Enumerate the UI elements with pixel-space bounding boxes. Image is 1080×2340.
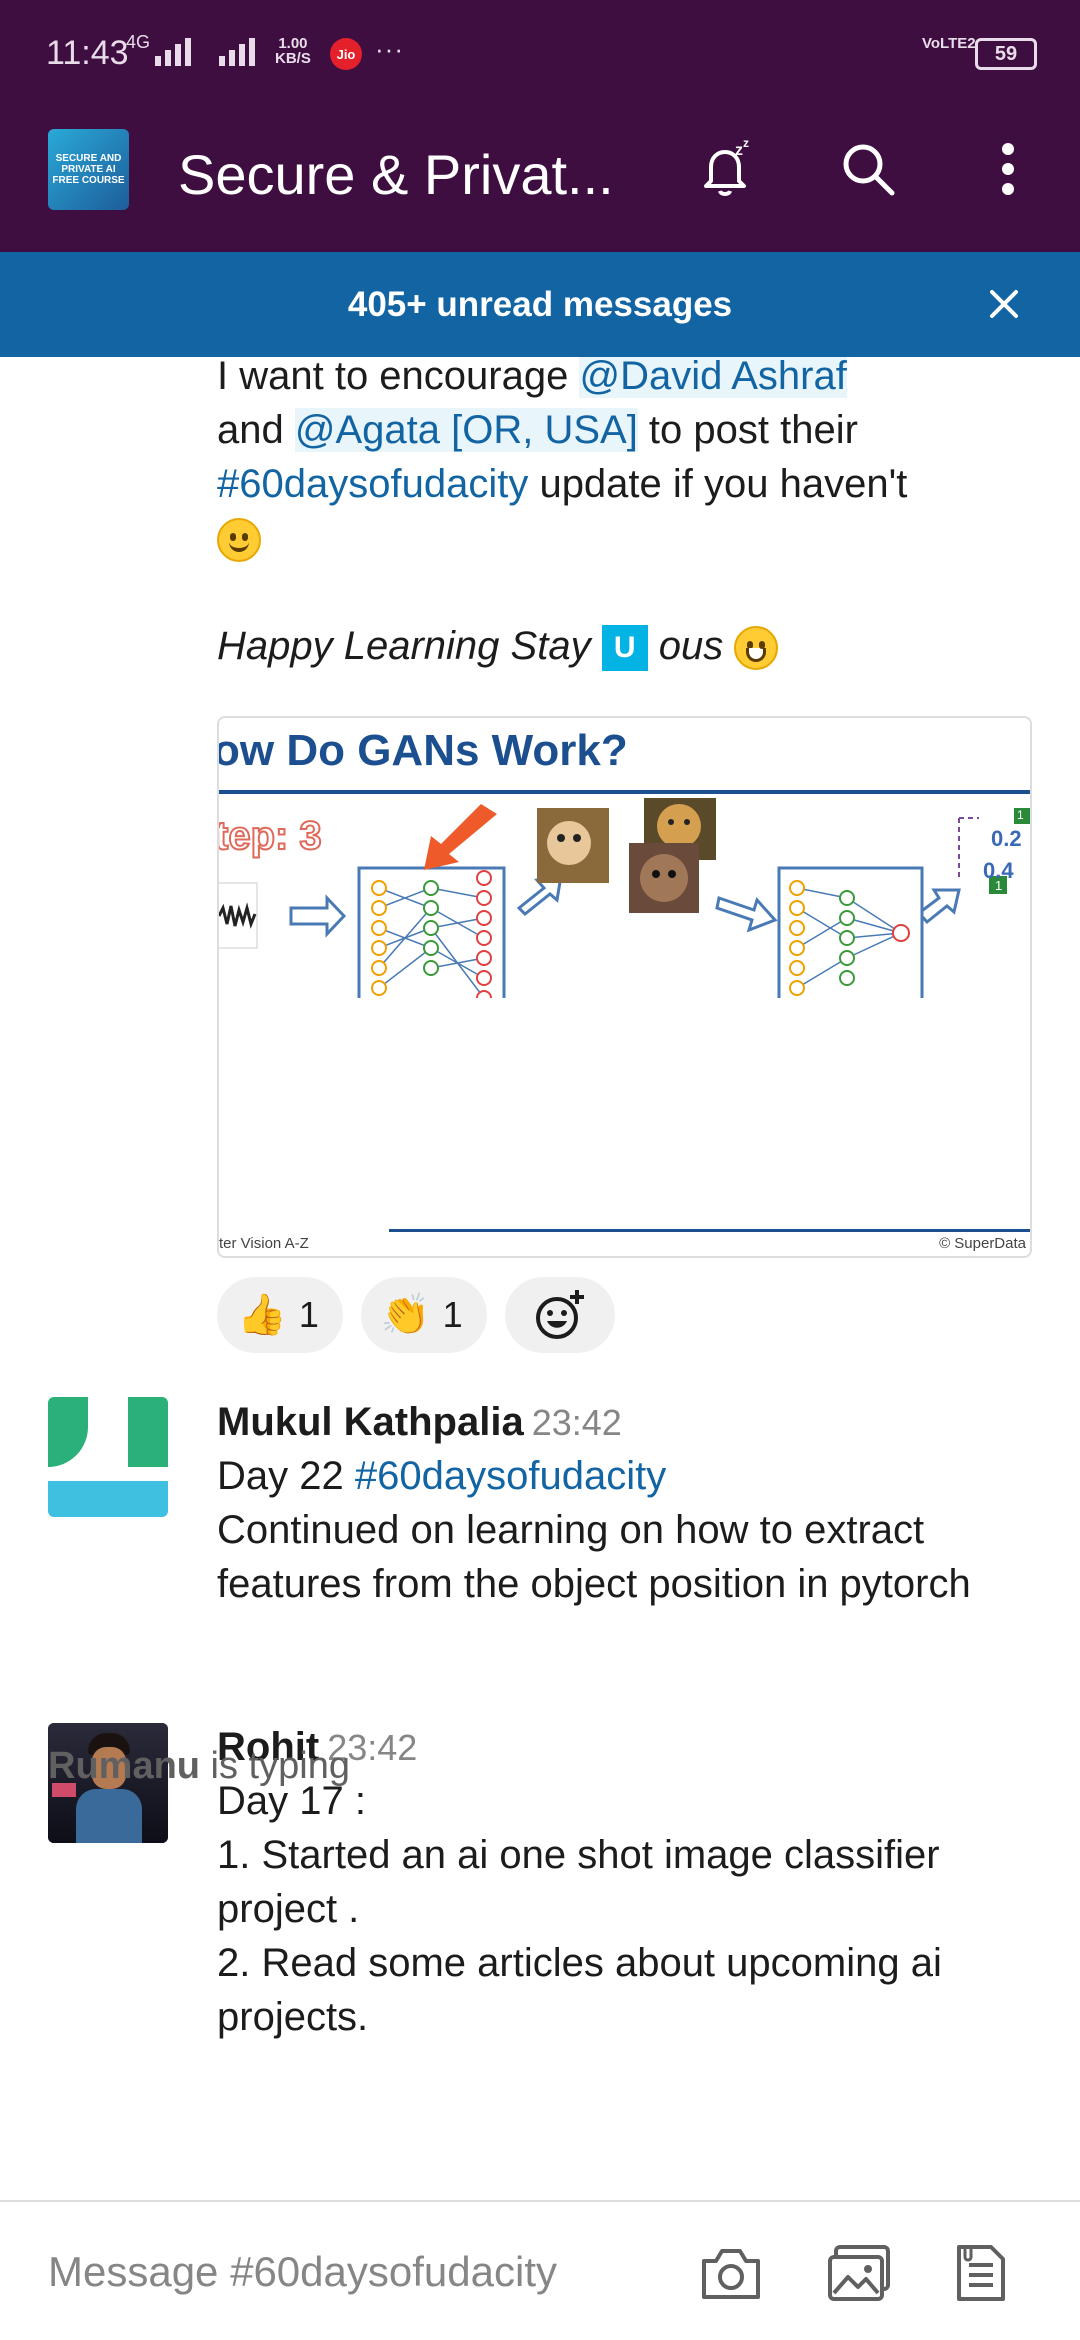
close-icon[interactable] (980, 280, 1028, 328)
gallery-icon[interactable] (826, 2240, 892, 2306)
message-body: I want to encourage @David Ashraf and @A… (217, 357, 1047, 565)
battery-icon: 59 (975, 38, 1037, 70)
message-text: Day 22 (217, 1454, 355, 1498)
message-line: Happy Learning Stay U ous (217, 619, 779, 673)
search-icon[interactable] (833, 134, 903, 204)
message-header: Mukul Kathpalia 23:42 (217, 1395, 622, 1450)
add-reaction-button[interactable] (504, 1277, 615, 1353)
avatar[interactable] (48, 1397, 168, 1517)
message-composer: Message #60daysofudacity (0, 2200, 1080, 2340)
camera-icon[interactable] (698, 2240, 764, 2306)
grin-emoji-icon (734, 626, 779, 671)
add-reaction-icon (535, 1290, 584, 1339)
thumbs-up-icon: 👍 (237, 1293, 287, 1337)
reaction-count: 1 (442, 1294, 463, 1335)
reactions-row: 👍 1 👏 1 (217, 1277, 615, 1353)
volte-indicator: VoLTE2 (922, 35, 976, 52)
channel-header: SECURE AND PRIVATE AI FREE COURSE Secure… (0, 84, 1080, 252)
message-line (217, 511, 1047, 565)
message-line: and @Agata [OR, USA] to post their (217, 403, 1047, 457)
message-text: Happy Learning Stay (217, 624, 602, 668)
channel-title[interactable]: Secure & Privat... (178, 142, 638, 207)
message-line: 2. Read some articles about upcoming ai … (217, 1941, 942, 2039)
message-text: and (217, 408, 295, 452)
output-badge-2: 1 (995, 878, 1003, 893)
output-value-1: 0.2 (991, 826, 1022, 851)
status-time: 11:43 (46, 34, 129, 72)
message-line: I want to encourage @David Ashraf (217, 357, 1047, 403)
message-body: Day 22 #60daysofudacity Continued on lea… (217, 1449, 1047, 1611)
attachment-rule (219, 790, 1030, 794)
status-bar: 11:43 4G 1.00 KB/S Jio ··· VoLTE2 59 (0, 0, 1080, 84)
message-text: Continued on learning on how to extract … (217, 1508, 971, 1606)
attachment-footer-left: ter Vision A-Z (219, 1235, 309, 1252)
image-attachment[interactable]: ow Do GANs Work? tep: 3 0.2 0.4 1 1 ter … (217, 716, 1032, 1258)
channel-avatar[interactable]: SECURE AND PRIVATE AI FREE COURSE (48, 129, 129, 210)
status-overflow-icon: ··· (375, 34, 404, 64)
message-list[interactable]: I want to encourage @David Ashraf and @A… (0, 357, 1080, 2200)
author-name[interactable]: Mukul Kathpalia (217, 1400, 524, 1444)
svg-text:z: z (735, 142, 743, 159)
svg-text:z: z (743, 137, 749, 150)
signal-icon (155, 36, 191, 66)
output-badge-1: 1 (1017, 808, 1024, 822)
unread-banner[interactable]: 405+ unread messages (0, 252, 1080, 357)
message-text: update if you haven't (528, 462, 908, 506)
typing-text: is typing (200, 1745, 350, 1787)
attachment-footer-rule (389, 1229, 1030, 1232)
network-speed: 1.00 KB/S (275, 36, 311, 66)
files-icon[interactable] (948, 2240, 1014, 2306)
udacity-emoji-icon: U (601, 625, 648, 672)
message-body: Day 17 : 1. Started an ai one shot image… (217, 1774, 1047, 2044)
mention-david[interactable]: @David Ashraf (579, 357, 847, 398)
message-line: Day 22 #60daysofudacity (217, 1449, 1047, 1503)
reaction-clap[interactable]: 👏 1 (360, 1277, 487, 1353)
message-line: 1. Started an ai one shot image classifi… (217, 1833, 940, 1931)
reaction-thumbs-up[interactable]: 👍 1 (217, 1277, 343, 1353)
message-text: ous (647, 624, 724, 668)
typing-user: Rumanu (48, 1745, 200, 1787)
message-text: I want to encourage (217, 357, 580, 398)
hashtag-link[interactable]: #60daysofudacity (355, 1454, 666, 1498)
attachment-footer-right: © SuperData (939, 1235, 1026, 1252)
hashtag-link[interactable]: #60daysofudacity (217, 462, 528, 506)
reaction-count: 1 (298, 1294, 319, 1335)
typing-indicator: Rumanu is typing (48, 1745, 350, 1788)
message-timestamp: 23:42 (531, 1402, 622, 1443)
network-type: 4G (126, 32, 151, 52)
jio-icon: Jio (330, 38, 362, 70)
gan-diagram (219, 798, 1030, 998)
more-vert-icon[interactable] (973, 134, 1043, 204)
speed-unit: KB/S (275, 50, 311, 67)
signal-icon-2 (219, 36, 255, 66)
unread-banner-text: 405+ unread messages (347, 285, 733, 324)
message-text: to post their (637, 408, 858, 452)
slight-smile-emoji-icon (217, 518, 261, 563)
attachment-title: ow Do GANs Work? (217, 726, 628, 775)
message-line: #60daysofudacity update if you haven't (217, 457, 1047, 511)
clapping-hands-icon: 👏 (380, 1293, 431, 1337)
speed-value: 1.00 (278, 35, 308, 52)
snooze-bell-icon[interactable]: z z (690, 134, 760, 204)
mention-agata[interactable]: @Agata [OR, USA] (294, 408, 638, 452)
message-input[interactable]: Message #60daysofudacity (48, 2248, 557, 2296)
